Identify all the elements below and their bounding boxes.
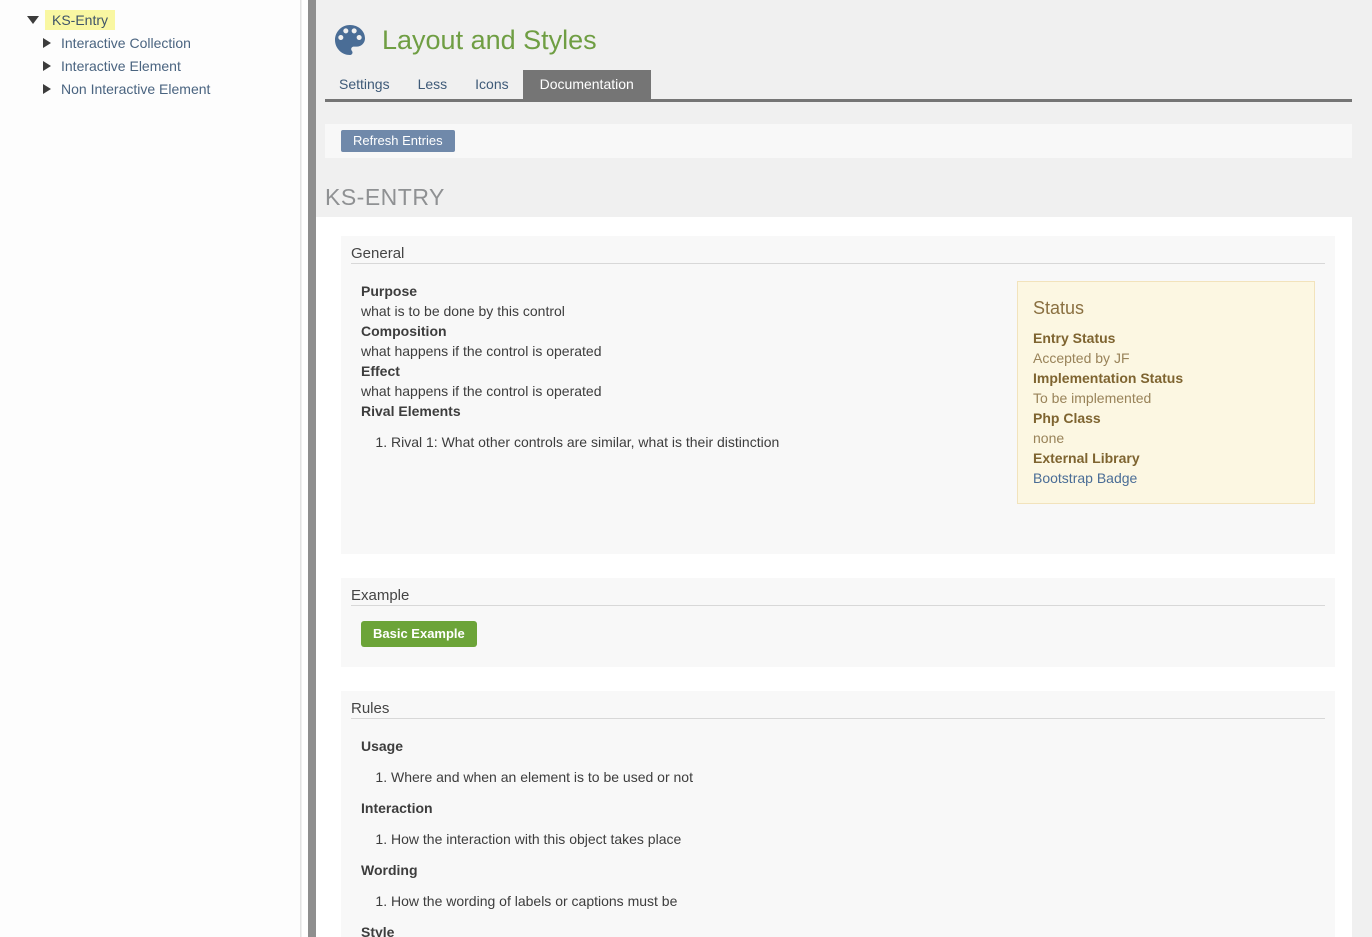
tree-item-label[interactable]: Non Interactive Element (57, 79, 214, 99)
status-item-label: Php Class (1033, 408, 1299, 428)
general-panel-body: Status Entry Status Accepted by JF Imple… (351, 264, 1325, 514)
tab-documentation[interactable]: Documentation (523, 70, 651, 99)
field-list-item: Where and when an element is to be used … (391, 767, 1324, 787)
tree-expander-icon[interactable] (43, 84, 51, 94)
sidebar: KS-Entry Interactive Collection Interact… (0, 0, 301, 937)
page-header: Layout and Styles (316, 0, 1372, 60)
tree-expander-icon[interactable] (43, 38, 51, 48)
basic-example-badge: Basic Example (361, 621, 477, 647)
field-term: Usage (361, 736, 1324, 756)
rules-fields: Usage Where and when an element is to be… (361, 736, 1324, 937)
tree-expander-icon[interactable] (27, 16, 39, 24)
field-list-item: How the interaction with this object tak… (391, 829, 1324, 849)
status-item: Php Class none (1033, 408, 1299, 448)
field: Wording How the wording of labels or cap… (361, 860, 1324, 911)
status-item-label: External Library (1033, 448, 1299, 468)
toolbar: Refresh Entries (325, 124, 1352, 158)
rules-panel-title: Rules (351, 699, 1325, 718)
sidebar-splitter[interactable] (308, 0, 316, 937)
status-item: External Library Bootstrap Badge (1033, 448, 1299, 488)
divider (351, 605, 1325, 606)
tree-item[interactable]: Interactive Element (0, 54, 300, 77)
rules-panel-body: Usage Where and when an element is to be… (351, 719, 1325, 937)
status-item-value: none (1033, 428, 1299, 448)
refresh-entries-button[interactable]: Refresh Entries (341, 130, 455, 152)
status-box-title: Status (1033, 297, 1299, 319)
palette-icon (330, 20, 370, 60)
tab-less[interactable]: Less (404, 70, 462, 99)
sidebar-tree: KS-Entry Interactive Collection Interact… (0, 0, 300, 100)
status-item: Entry Status Accepted by JF (1033, 328, 1299, 368)
example-panel-title: Example (351, 586, 1325, 605)
content-card: General Status Entry Status Accepted by … (316, 217, 1352, 937)
main-area: Layout and Styles SettingsLessIconsDocum… (316, 0, 1372, 937)
field-list: How the interaction with this object tak… (361, 829, 1324, 849)
page-title: Layout and Styles (382, 20, 597, 60)
field-term: Wording (361, 860, 1324, 880)
general-panel: General Status Entry Status Accepted by … (341, 236, 1335, 554)
rules-panel: Rules Usage Where and when an element is… (341, 691, 1335, 937)
general-panel-title: General (351, 244, 1325, 263)
status-item-label: Implementation Status (1033, 368, 1299, 388)
field-list: Where and when an element is to be used … (361, 767, 1324, 787)
tree-item-label[interactable]: KS-Entry (45, 10, 115, 30)
status-item-value: To be implemented (1033, 388, 1299, 408)
tree-expander-icon[interactable] (43, 61, 51, 71)
field-list: How the wording of labels or captions mu… (361, 891, 1324, 911)
field: Style (361, 922, 1324, 937)
tree-item-label[interactable]: Interactive Element (57, 56, 185, 76)
field: Interaction How the interaction with thi… (361, 798, 1324, 849)
field: Usage Where and when an element is to be… (361, 736, 1324, 787)
status-item-value[interactable]: Bootstrap Badge (1033, 468, 1299, 488)
example-panel: Example Basic Example (341, 578, 1335, 667)
tree-item[interactable]: Interactive Collection (0, 31, 300, 54)
status-items: Entry Status Accepted by JF Implementati… (1033, 328, 1299, 488)
status-item-label: Entry Status (1033, 328, 1299, 348)
field-term: Interaction (361, 798, 1324, 818)
tree-item[interactable]: Non Interactive Element (0, 77, 300, 100)
field-list-item: How the wording of labels or captions mu… (391, 891, 1324, 911)
entry-title: KS-ENTRY (325, 184, 1372, 210)
tab-icons[interactable]: Icons (461, 70, 522, 99)
tabs: SettingsLessIconsDocumentation (325, 70, 1352, 102)
field-term: Style (361, 922, 1324, 937)
tree-item[interactable]: KS-Entry (0, 8, 300, 31)
status-item: Implementation Status To be implemented (1033, 368, 1299, 408)
status-item-value: Accepted by JF (1033, 348, 1299, 368)
tree-item-label[interactable]: Interactive Collection (57, 33, 195, 53)
tab-settings[interactable]: Settings (325, 70, 404, 99)
status-box: Status Entry Status Accepted by JF Imple… (1017, 281, 1315, 504)
